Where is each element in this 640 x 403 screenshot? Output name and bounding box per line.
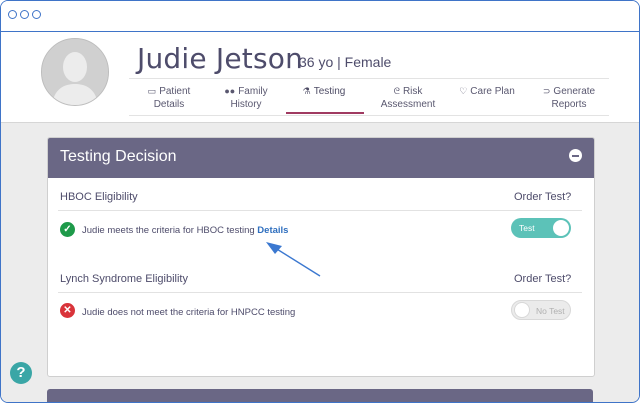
folder-icon: ⊃ (542, 86, 551, 96)
window-dot-icon[interactable] (32, 10, 41, 19)
panel-title: Testing Decision (60, 148, 177, 165)
window-titlebar (1, 1, 639, 32)
lynch-order-toggle[interactable]: No Test (511, 300, 571, 320)
document-icon: ▭ (147, 86, 157, 96)
divider (58, 210, 582, 211)
tab-care-plan[interactable]: ♡ Care Plan (451, 85, 523, 98)
toggle-knob (553, 220, 569, 236)
tab-generate-reports[interactable]: ⊃ Generate Reports (534, 85, 604, 111)
tabs-nav: ▭ Patient Details ●● Family History ⚗ Testing… (129, 78, 609, 116)
stethoscope-icon: ᘓ (393, 86, 400, 96)
hboc-order-label: Order Test? (514, 191, 572, 203)
check-circle-icon: ✓ (60, 222, 75, 237)
window-dot-icon[interactable] (8, 10, 17, 19)
lynch-order-label: Order Test? (514, 273, 572, 285)
person-silhouette-icon (42, 39, 108, 105)
main-content: Testing Decision HBOC Eligibility Order … (1, 123, 639, 402)
annotation-arrow-icon (266, 242, 321, 277)
collapse-icon[interactable] (569, 149, 582, 162)
testing-decision-panel: Testing Decision HBOC Eligibility Order … (47, 137, 595, 377)
hboc-message: Judie meets the criteria for HBOC testin… (82, 225, 289, 236)
active-tab-indicator (286, 112, 364, 114)
heart-icon: ♡ (459, 86, 468, 96)
tab-risk-assessment[interactable]: ᘓ Risk Assessment (373, 85, 443, 111)
help-icon: ? (16, 364, 26, 381)
divider (58, 292, 582, 293)
window-dot-icon[interactable] (20, 10, 29, 19)
x-circle-icon: ✕ (60, 303, 75, 318)
patient-meta: 36 yo | Female (299, 54, 392, 70)
toggle-knob (514, 302, 530, 318)
flask-icon: ⚗ (302, 86, 311, 96)
hboc-section-title: HBOC Eligibility (60, 191, 138, 203)
patient-name: Judie Jetson (137, 42, 304, 75)
lynch-section-title: Lynch Syndrome Eligibility (60, 273, 188, 285)
next-panel-header (47, 389, 593, 402)
help-button[interactable]: ? (10, 362, 32, 384)
app-window: Judie Jetson 36 yo | Female ▭ Patient Deta… (0, 0, 640, 403)
lynch-message: Judie does not meet the criteria for HNP… (82, 307, 296, 318)
details-link[interactable]: Details (257, 225, 288, 236)
tab-testing[interactable]: ⚗ Testing (291, 85, 357, 98)
tab-patient-details[interactable]: ▭ Patient Details (139, 85, 199, 111)
avatar (41, 38, 109, 106)
toggle-label: Test (519, 223, 535, 233)
toggle-label: No Test (536, 306, 565, 316)
tab-family-history[interactable]: ●● Family History (217, 85, 275, 111)
panel-header: Testing Decision (48, 138, 594, 178)
patient-header: Judie Jetson 36 yo | Female ▭ Patient Deta… (1, 32, 639, 123)
hboc-order-toggle[interactable]: Test (511, 218, 571, 238)
users-icon: ●● (224, 86, 236, 96)
